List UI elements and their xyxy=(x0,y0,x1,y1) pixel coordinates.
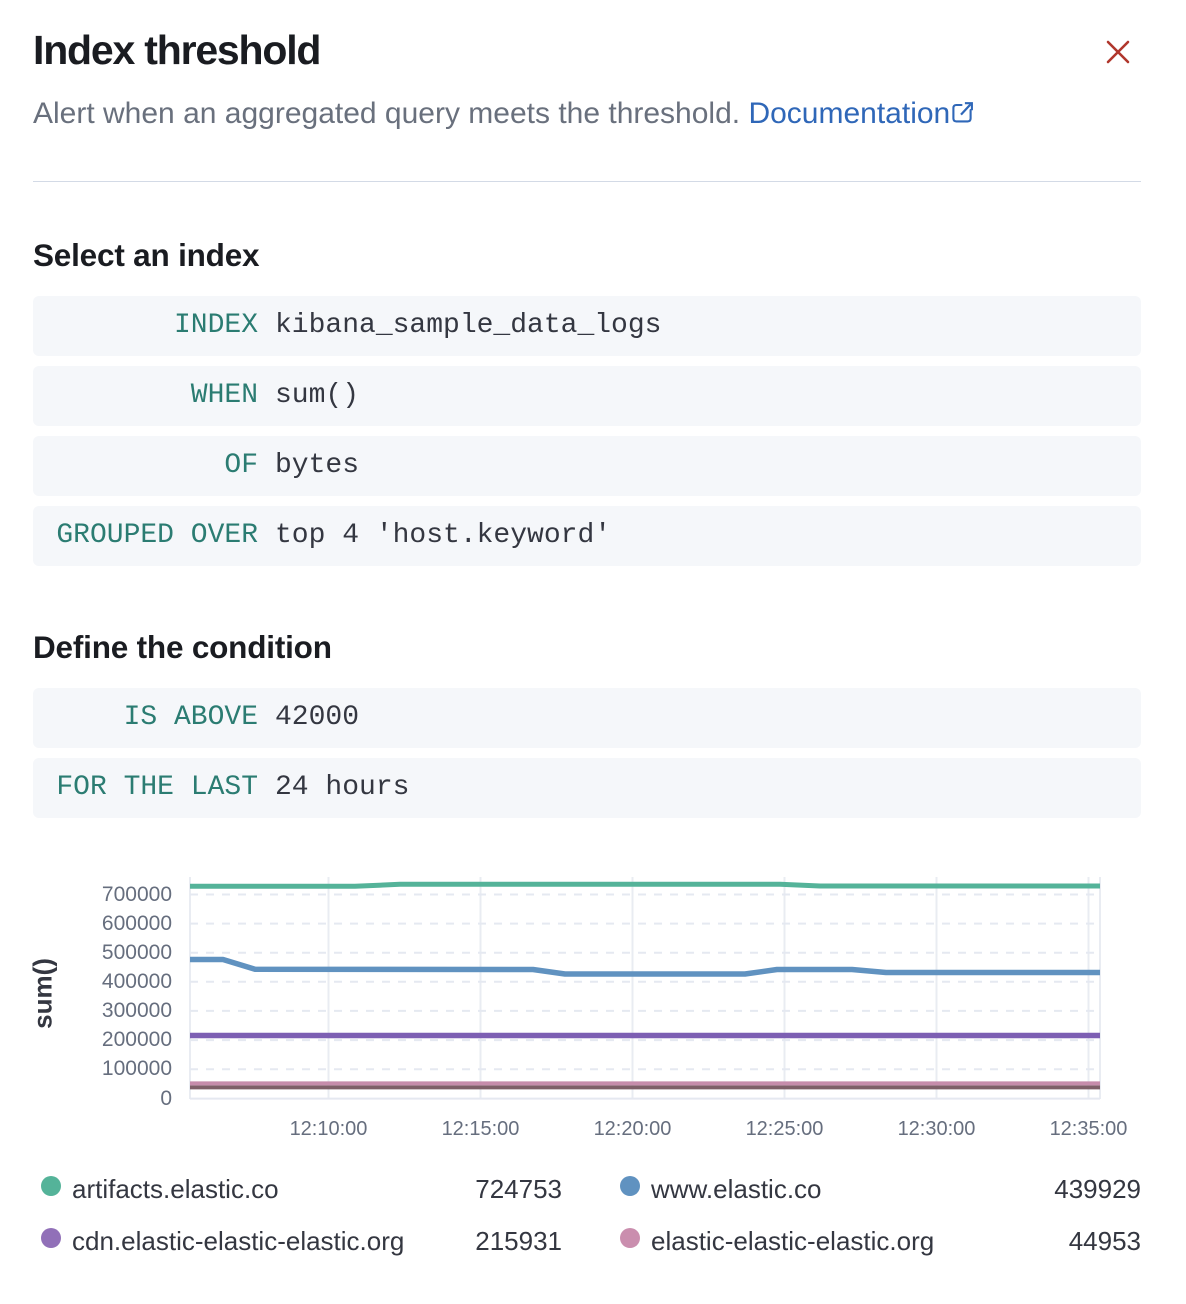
svg-text:12:15:00: 12:15:00 xyxy=(442,1118,520,1140)
svg-text:12:25:00: 12:25:00 xyxy=(746,1118,824,1140)
svg-text:700000: 700000 xyxy=(102,883,172,906)
svg-text:600000: 600000 xyxy=(102,912,172,935)
svg-text:12:20:00: 12:20:00 xyxy=(594,1118,672,1140)
svg-text:12:35:00: 12:35:00 xyxy=(1050,1118,1128,1140)
svg-text:12:30:00: 12:30:00 xyxy=(898,1118,976,1140)
svg-text:sum(): sum() xyxy=(28,958,58,1029)
svg-text:100000: 100000 xyxy=(102,1057,172,1080)
svg-text:500000: 500000 xyxy=(102,941,172,964)
svg-text:200000: 200000 xyxy=(102,1028,172,1051)
svg-text:12:10:00: 12:10:00 xyxy=(290,1118,368,1140)
svg-text:400000: 400000 xyxy=(102,970,172,993)
svg-text:300000: 300000 xyxy=(102,999,172,1022)
svg-text:0: 0 xyxy=(160,1087,172,1110)
